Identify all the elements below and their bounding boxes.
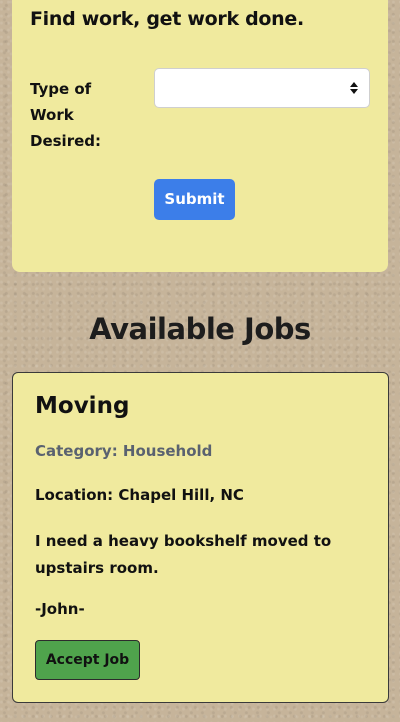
- accept-job-button[interactable]: Accept Job: [35, 640, 140, 680]
- job-description: I need a heavy bookshelf moved to upstai…: [35, 532, 332, 577]
- available-jobs-title: Available Jobs: [89, 312, 311, 346]
- job-category: Category: Household: [35, 442, 213, 460]
- type-of-work-select[interactable]: [154, 68, 370, 108]
- job-poster: -John-: [35, 600, 85, 618]
- find-work-form: Find work, get work done. Type of Work D…: [12, 0, 388, 272]
- type-of-work-label: Type of Work Desired:: [30, 80, 102, 150]
- form-heading: Find work, get work done.: [30, 8, 304, 30]
- job-card: Moving Category: Household Location: Cha…: [12, 372, 389, 703]
- submit-button[interactable]: Submit: [154, 179, 235, 220]
- up-down-arrows-icon: [350, 82, 358, 94]
- job-title: Moving: [35, 393, 130, 419]
- job-location: Location: Chapel Hill, NC: [35, 486, 244, 504]
